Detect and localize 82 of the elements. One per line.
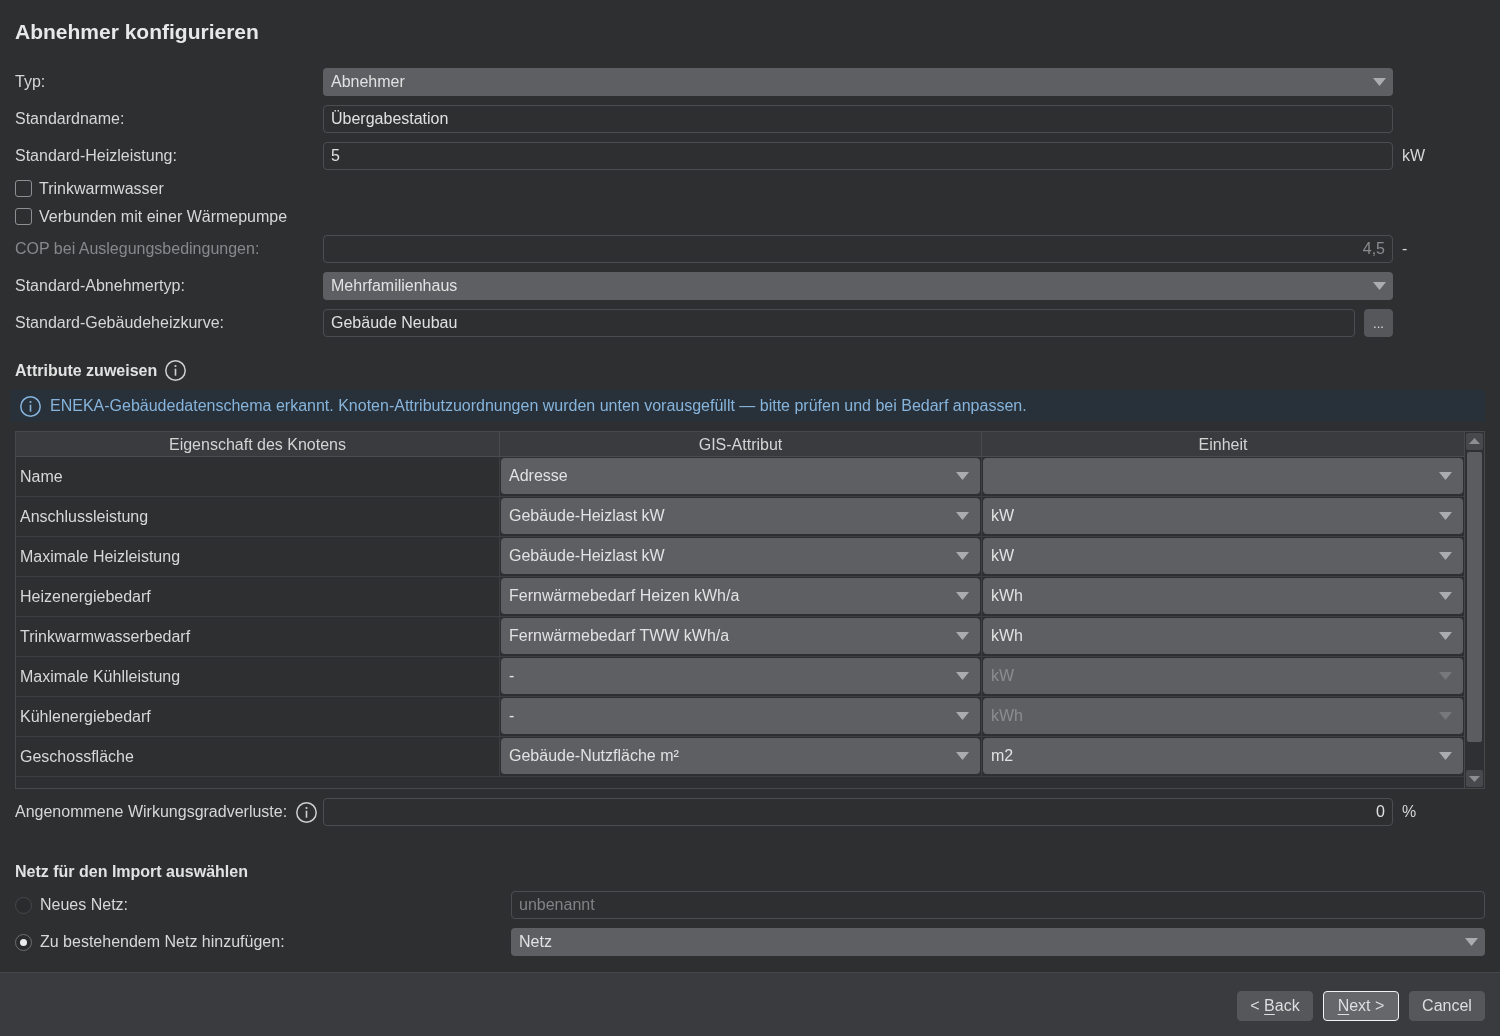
radio-label: Neues Netz: xyxy=(40,896,129,914)
caret-icon xyxy=(1439,512,1452,520)
caret-icon xyxy=(956,672,969,680)
field-label: Standardname: xyxy=(15,110,125,128)
field-label: Angenommene Wirkungsgradverluste: xyxy=(15,803,288,821)
dropdown[interactable]: Netz xyxy=(511,928,1485,956)
unit-label: - xyxy=(1402,240,1408,258)
table-cell: Trinkwarmwasserbedarf xyxy=(16,617,500,657)
field-label: Typ: xyxy=(15,73,46,91)
radio-label: Zu bestehendem Netz hinzufügen: xyxy=(40,933,285,951)
checkbox-label: Verbunden mit einer Wärmepumpe xyxy=(39,207,288,226)
dropdown[interactable]: Mehrfamilienhaus xyxy=(323,272,1393,300)
caret-icon xyxy=(1439,592,1452,600)
radio-button[interactable] xyxy=(15,933,32,951)
unit-label: kW xyxy=(1402,147,1426,165)
dropdown[interactable]: Fernwärmebedarf Heizen kWh/a xyxy=(501,578,980,614)
text-field[interactable]: unbenannt xyxy=(511,891,1485,919)
dropdown[interactable]: kWh xyxy=(983,618,1463,654)
caret-icon xyxy=(956,592,969,600)
dropdown[interactable]: kWh xyxy=(983,578,1463,614)
table-cell: Maximale Kühlleistung xyxy=(16,657,500,697)
text-field[interactable]: Gebäude Neubau xyxy=(323,309,1355,337)
text-field[interactable]: 5 xyxy=(323,142,1393,170)
info-icon xyxy=(296,801,318,823)
caret-icon xyxy=(1373,282,1386,290)
number-field[interactable]: 0 xyxy=(323,798,1393,826)
info-icon xyxy=(20,395,41,417)
caret-icon xyxy=(956,512,969,520)
checkbox[interactable] xyxy=(15,180,32,197)
dialog-title: Abnehmer konfigurieren xyxy=(15,19,259,45)
dialog-button[interactable]: Cancel xyxy=(1409,991,1485,1021)
dropdown[interactable]: kW xyxy=(983,538,1463,574)
field-label: Standard-Heizleistung: xyxy=(15,147,177,165)
caret-icon xyxy=(1439,632,1452,640)
dropdown[interactable]: - xyxy=(501,698,980,734)
field-label: Standard-Abnehmertyp: xyxy=(15,277,185,295)
column-header: Eigenschaft des Knotens xyxy=(16,432,500,457)
checkbox-label: Trinkwarmwasser xyxy=(39,179,164,198)
dropdown[interactable]: Abnehmer xyxy=(323,68,1393,96)
caret-icon xyxy=(1439,472,1452,480)
caret-icon xyxy=(956,632,969,640)
dropdown[interactable]: Fernwärmebedarf TWW kWh/a xyxy=(501,618,980,654)
caret-icon xyxy=(956,752,969,760)
caret-icon xyxy=(956,712,969,720)
dropdown[interactable]: - xyxy=(501,658,980,694)
text-field[interactable]: Übergabestation xyxy=(323,105,1393,133)
browse-button[interactable]: ... xyxy=(1364,309,1393,337)
dropdown[interactable]: Adresse xyxy=(501,458,980,494)
dropdown[interactable]: Gebäude-Heizlast kW xyxy=(501,538,980,574)
dropdown[interactable]: Gebäude-Nutzfläche m² xyxy=(501,738,980,774)
section-heading: Attribute zuweisen xyxy=(15,361,158,380)
dropdown[interactable]: m2 xyxy=(983,738,1463,774)
caret-icon xyxy=(956,472,969,480)
radio-button[interactable] xyxy=(15,896,32,914)
caret-icon xyxy=(956,552,969,560)
scrollbar-thumb[interactable] xyxy=(1467,452,1482,742)
dropdown[interactable]: kW xyxy=(983,498,1463,534)
table-cell: Anschlussleistung xyxy=(16,497,500,537)
caret-icon xyxy=(1373,78,1386,86)
caret-icon xyxy=(1439,712,1452,720)
table-cell: Name xyxy=(16,457,500,497)
caret-icon xyxy=(1439,672,1452,680)
table-cell: Geschossfläche xyxy=(16,737,500,777)
scrollbar[interactable] xyxy=(1464,432,1484,788)
column-header: Einheit xyxy=(982,432,1464,457)
dropdown[interactable]: Gebäude-Heizlast kW xyxy=(501,498,980,534)
caret-icon xyxy=(1465,938,1478,946)
caret-icon xyxy=(1439,752,1452,760)
table-cell: Heizenergiebedarf xyxy=(16,577,500,617)
dialog-button[interactable]: < Back xyxy=(1237,991,1313,1021)
caret-icon xyxy=(1439,552,1452,560)
column-header: GIS-Attribut xyxy=(500,432,982,457)
section-heading: Netz für den Import auswählen xyxy=(15,862,248,881)
table-cell: Maximale Heizleistung xyxy=(16,537,500,577)
dialog-button[interactable]: Next > xyxy=(1323,991,1399,1021)
field-label: Standard-Gebäudeheizkurve: xyxy=(15,314,225,332)
unit-label: % xyxy=(1402,803,1417,821)
checkbox[interactable] xyxy=(15,208,32,225)
info-icon xyxy=(165,360,187,381)
info-message: ENEKA-Gebäudedatenschema erkannt. Knoten-Attributzuordnungen wurden unten vorausgefüllt — bitte prüfen und bei Bedarf anpassen. xyxy=(50,397,1027,415)
field-label: COP bei Auslegungsbedingungen: xyxy=(15,240,260,258)
table-cell: Kühlenergiebedarf xyxy=(16,697,500,737)
